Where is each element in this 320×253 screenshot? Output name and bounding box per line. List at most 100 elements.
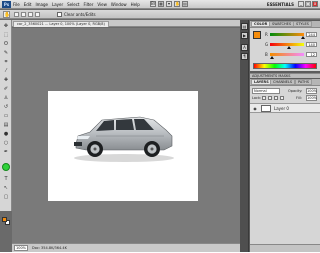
menu-image[interactable]: Image [35,0,48,9]
pen-tool-icon[interactable]: ✒ [2,148,10,156]
healing-tool-icon[interactable]: ✚ [2,76,10,84]
green-slider[interactable]: G 140 [265,41,318,49]
layer-row[interactable]: ◉ Layer 0 [250,103,320,113]
tab-channels[interactable]: CHANNELS [270,79,296,85]
crop-tool-icon[interactable]: ⌗ [2,58,10,66]
green-thumb[interactable] [287,46,291,49]
blue-track[interactable] [270,53,304,56]
intersect-selection-icon[interactable] [35,12,40,17]
red-slider[interactable]: R 244 [265,31,318,39]
marquee-tool-icon[interactable]: ⬚ [2,31,10,39]
options-bar: ✋ Clear ants/Edits [0,10,320,19]
menu-filter[interactable]: Filter [83,0,93,9]
color-panel: COLOR SWATCHES STYLES R 244 G 140 B 12 [250,21,320,71]
shape-tool-icon[interactable]: ▢ [2,193,10,201]
tools-panel: ✥ ⬚ ʘ ✎ ⌗ ⁄ ✚ ✐ ♙ ↺ ▭ ▤ ● ○ ✒ T ↖ ▢ [0,20,12,225]
menu-window[interactable]: Window [111,0,127,9]
type-tool-icon[interactable]: T [2,175,10,183]
blur-tool-icon[interactable]: ● [2,130,10,138]
car-image [74,116,174,162]
stamp-tool-icon[interactable]: ♙ [2,94,10,102]
status-bar: 100% Doc: 354.8K/364.4K [12,243,240,252]
paragraph-panel-icon[interactable]: ¶ [241,53,248,60]
workspace-switcher[interactable]: ESSENTIALS [267,1,294,8]
option-checkbox[interactable] [57,12,62,17]
app-logo[interactable]: Ps [2,1,11,8]
tab-swatches[interactable]: SWATCHES [269,21,295,27]
canvas-area[interactable] [12,28,240,243]
eyedropper-tool-icon[interactable]: ⁄ [2,67,10,75]
tab-color[interactable]: COLOR [251,21,271,27]
brush-tool-icon[interactable]: ✐ [2,85,10,93]
maximize-icon[interactable]: □ [305,1,311,7]
layers-panel-header: LAYERS CHANNELS PATHS [250,79,320,86]
gradient-tool-icon[interactable]: ▤ [2,121,10,129]
tab-layers[interactable]: LAYERS [251,79,272,85]
color-spectrum[interactable] [253,63,317,69]
opacity-field[interactable]: 100% [306,88,317,94]
blue-slider[interactable]: B 12 [265,51,318,59]
lock-label: Lock: [252,96,262,100]
bridge-icon[interactable]: Br [150,1,156,7]
layer-thumbnail [261,105,271,112]
document-tab[interactable]: car_2_3560021 ... Layer 0, 100% (Layer 0… [13,21,109,27]
menu-edit[interactable]: Edit [24,0,32,9]
fill-label: Fill: [296,96,302,100]
blend-mode-select[interactable]: Normal [252,88,280,94]
history-brush-tool-icon[interactable]: ↺ [2,103,10,111]
blue-thumb[interactable] [270,56,274,59]
photoshop-window: Ps File Edit Image Layer Select Filter V… [0,0,320,252]
character-panel-icon[interactable]: A [241,44,248,51]
tab-paths[interactable]: PATHS [295,79,313,85]
color-panel-header: COLOR SWATCHES STYLES [250,21,320,28]
quick-select-tool-icon[interactable]: ✎ [2,49,10,57]
new-selection-icon[interactable] [14,12,19,17]
minibridge-icon[interactable]: ▦ [158,1,164,7]
arrange-icon[interactable]: ▤ [182,1,188,7]
visibility-eye-icon[interactable]: ◉ [252,106,258,112]
zoom-field[interactable]: 100% [14,245,28,251]
red-value[interactable]: 244 [306,32,317,37]
menu-layer[interactable]: Layer [52,0,63,9]
document-tab-bar: car_2_3560021 ... Layer 0, 100% (Layer 0… [12,20,240,27]
menu-list: File Edit Image Layer Select Filter View… [13,0,140,9]
add-selection-icon[interactable] [21,12,26,17]
history-panel-icon[interactable]: ▤ [241,23,248,30]
dodge-tool-icon[interactable]: ○ [2,139,10,147]
menu-help[interactable]: Help [131,0,140,9]
eraser-tool-icon[interactable]: ▭ [2,112,10,120]
hand-icon[interactable]: ✋ [174,1,180,7]
move-tool-icon[interactable]: ✥ [2,22,10,30]
lock-transparency-icon[interactable] [262,96,266,100]
opacity-label: Opacity: [288,89,303,93]
lock-pixels-icon[interactable] [268,96,272,100]
foreground-color-swatch[interactable] [2,217,7,222]
green-value[interactable]: 140 [306,42,317,47]
close-icon[interactable]: x [312,1,318,7]
green-label: G [265,42,269,47]
minimize-icon[interactable]: _ [298,1,304,7]
actions-panel-icon[interactable]: ▶ [241,32,248,39]
menu-file[interactable]: File [13,0,20,9]
path-select-tool-icon[interactable]: ↖ [2,184,10,192]
zoom-level-icon[interactable]: ▾ [166,1,172,7]
color-panel-swatch[interactable] [253,31,261,39]
menu-view[interactable]: View [97,0,107,9]
document-canvas[interactable] [48,91,198,201]
lock-all-icon[interactable] [280,96,284,100]
lock-position-icon[interactable] [274,96,278,100]
adjustments-panel-bar: ADJUSTMENTS MASKS [250,73,320,78]
menu-select[interactable]: Select [67,0,79,9]
lasso-tool-icon[interactable]: ʘ [2,40,10,48]
option-checkbox-label: Clear ants/Edits [64,12,96,17]
blue-value[interactable]: 12 [306,52,317,57]
red-label: R [265,32,268,37]
red-track[interactable] [270,33,304,36]
subtract-selection-icon[interactable] [28,12,33,17]
fill-field[interactable]: 100% [306,95,317,101]
red-thumb[interactable] [301,36,305,39]
tab-styles[interactable]: STYLES [293,21,312,27]
layer-name[interactable]: Layer 0 [274,104,289,114]
hand-tool-highlight-icon[interactable] [2,163,10,171]
current-tool-icon[interactable]: ✋ [3,11,10,18]
